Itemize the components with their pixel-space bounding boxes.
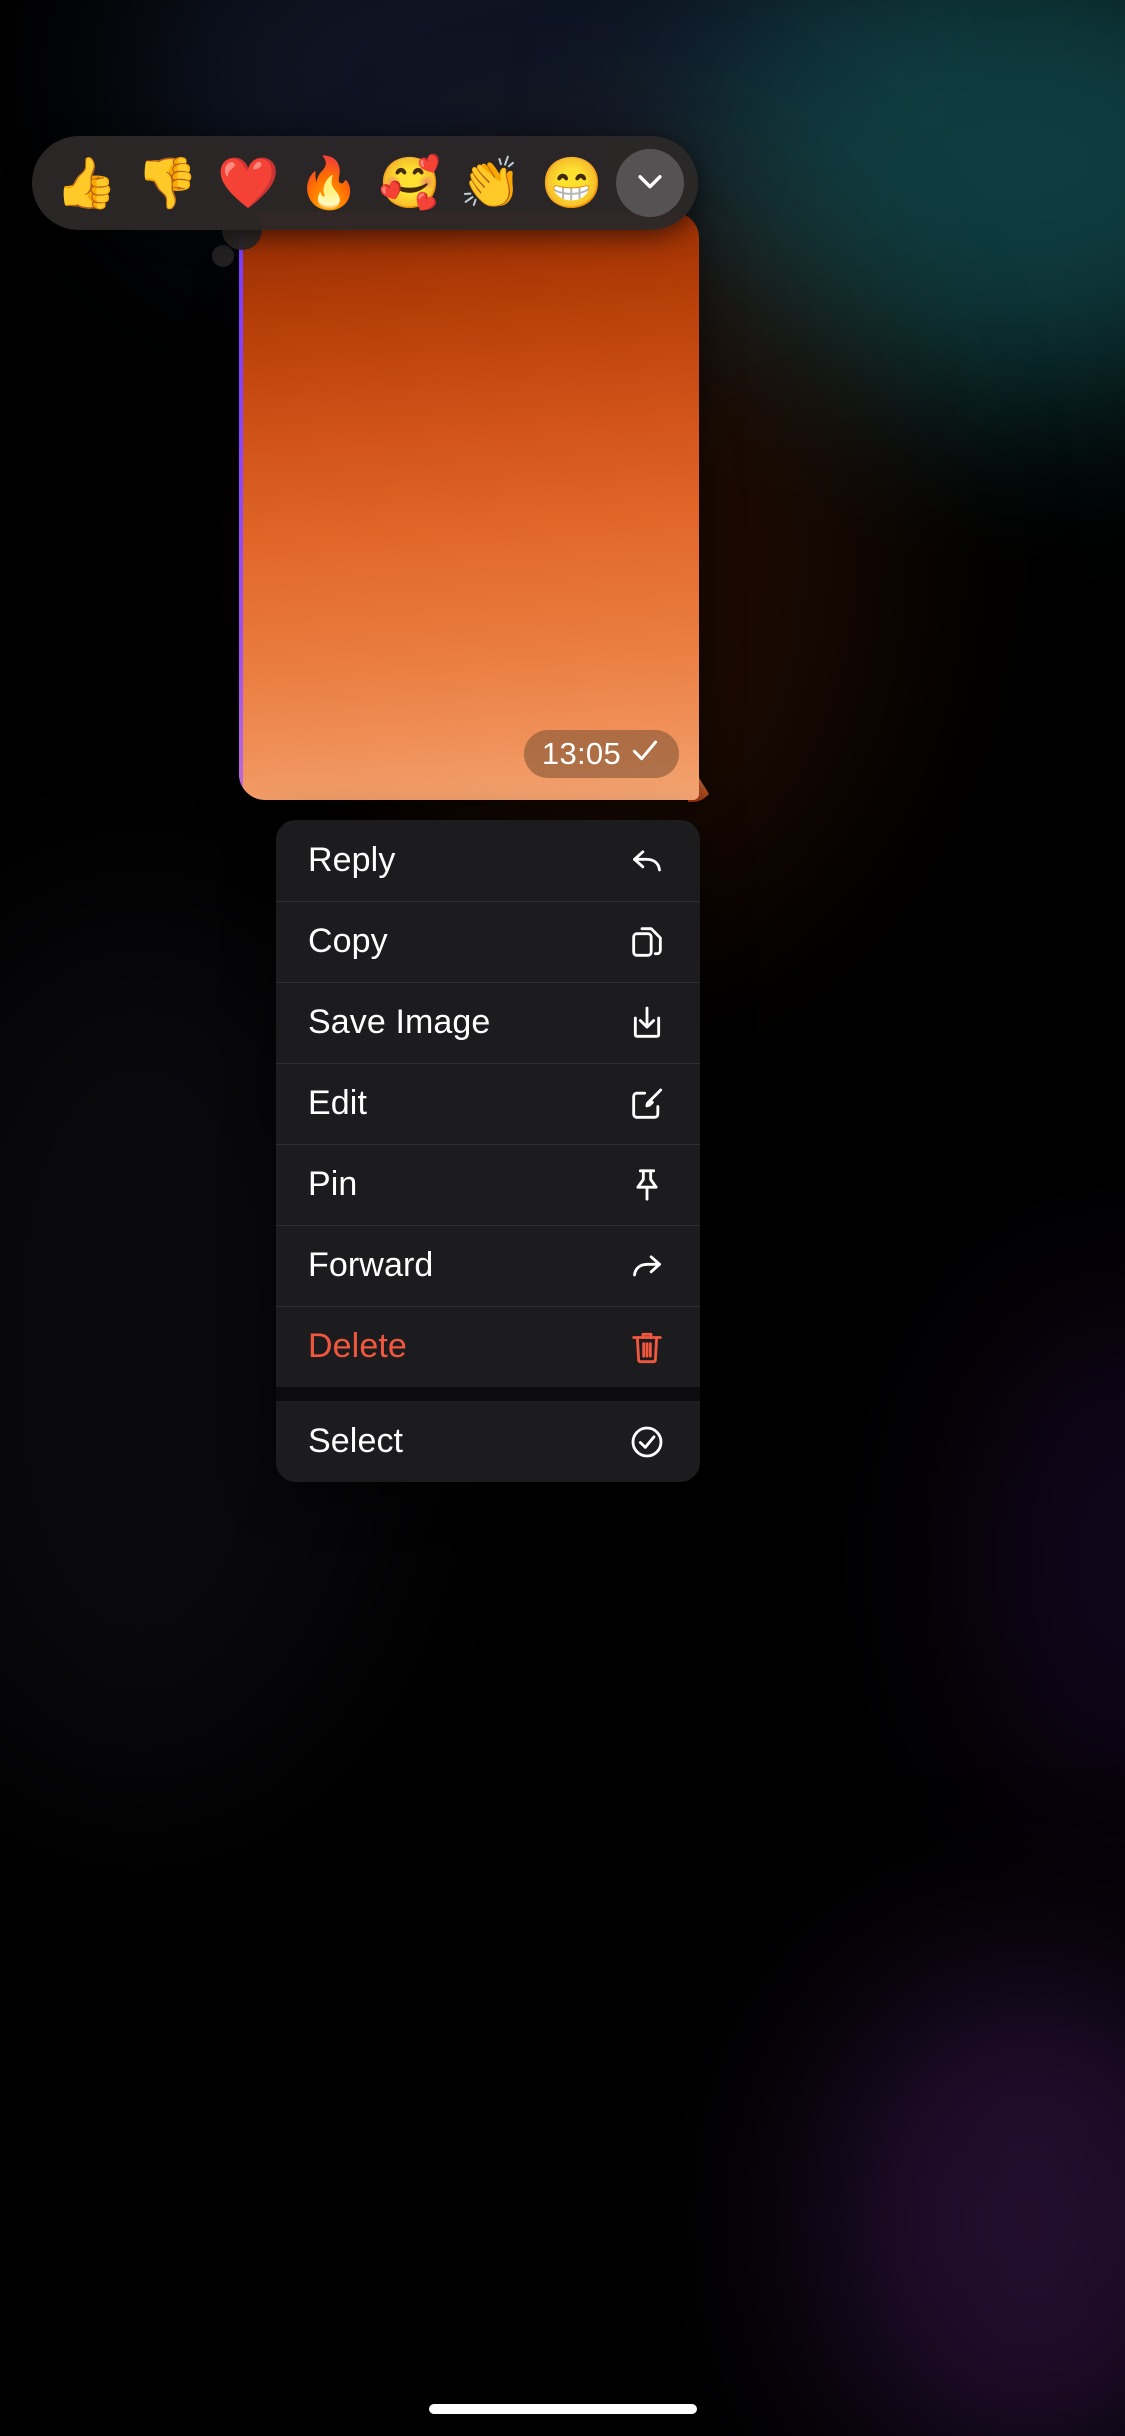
context-menu-group-primary: Reply Copy Save Image Edit Pin Forward D… <box>276 820 700 1387</box>
single-check-icon <box>629 734 661 774</box>
chevron-down-icon <box>633 164 667 203</box>
context-menu-group-divider <box>276 1387 700 1401</box>
emoji-reaction-bar[interactable]: 👍 👎 ❤️ 🔥 🥰 👏 😁 <box>32 136 698 230</box>
menu-item-select[interactable]: Select <box>276 1401 700 1482</box>
forward-arrow-icon <box>626 1245 668 1287</box>
pencil-square-icon <box>626 1083 668 1125</box>
menu-item-edit-label: Edit <box>308 1084 367 1122</box>
check-circle-icon <box>626 1421 668 1463</box>
reply-arrow-icon <box>626 840 668 882</box>
message-context-menu[interactable]: Reply Copy Save Image Edit Pin Forward D… <box>276 820 700 1482</box>
message-timestamp: 13:05 <box>541 736 621 771</box>
reaction-bar-tail-small <box>212 245 234 267</box>
menu-item-copy[interactable]: Copy <box>276 901 700 982</box>
menu-item-reply[interactable]: Reply <box>276 820 700 901</box>
menu-item-forward-label: Forward <box>308 1246 434 1284</box>
reaction-thumbs-down-icon[interactable]: 👎 <box>127 158 208 208</box>
menu-item-pin-label: Pin <box>308 1165 358 1203</box>
reaction-beaming-face-icon[interactable]: 😁 <box>531 158 612 208</box>
message-timestamp-badge: 13:05 <box>523 730 679 778</box>
home-indicator <box>428 2404 697 2414</box>
menu-item-forward[interactable]: Forward <box>276 1225 700 1306</box>
reaction-red-heart-icon[interactable]: ❤️ <box>208 158 289 208</box>
wallpaper-glow-violet-mid <box>980 1300 1125 1820</box>
menu-item-pin[interactable]: Pin <box>276 1144 700 1225</box>
reaction-expand-button[interactable] <box>616 149 685 217</box>
menu-item-delete-label: Delete <box>308 1327 407 1365</box>
download-icon <box>626 1002 668 1044</box>
trash-icon <box>626 1326 668 1368</box>
reaction-smiling-face-hearts-icon[interactable]: 🥰 <box>369 158 450 208</box>
menu-item-reply-label: Reply <box>308 841 396 879</box>
image-message-bubble[interactable]: 13:05 <box>239 212 699 800</box>
pin-icon <box>626 1164 668 1206</box>
menu-item-copy-label: Copy <box>308 922 388 960</box>
wallpaper-glow-violet <box>820 1960 1125 2436</box>
menu-item-delete[interactable]: Delete <box>276 1306 700 1387</box>
menu-item-save-image[interactable]: Save Image <box>276 982 700 1063</box>
reaction-clapping-hands-icon[interactable]: 👏 <box>450 158 531 208</box>
menu-item-edit[interactable]: Edit <box>276 1063 700 1144</box>
wallpaper-glow-teal <box>700 0 1125 400</box>
menu-item-save-image-label: Save Image <box>308 1003 491 1041</box>
copy-icon <box>626 921 668 963</box>
chat-message-context-menu-screen: 👍 👎 ❤️ 🔥 🥰 👏 😁 13:05 Reply Copy Save Ima… <box>0 0 1125 2436</box>
reaction-fire-icon[interactable]: 🔥 <box>289 158 370 208</box>
context-menu-group-secondary: Select <box>276 1401 700 1482</box>
reaction-thumbs-up-icon[interactable]: 👍 <box>46 158 127 208</box>
menu-item-select-label: Select <box>308 1422 404 1460</box>
